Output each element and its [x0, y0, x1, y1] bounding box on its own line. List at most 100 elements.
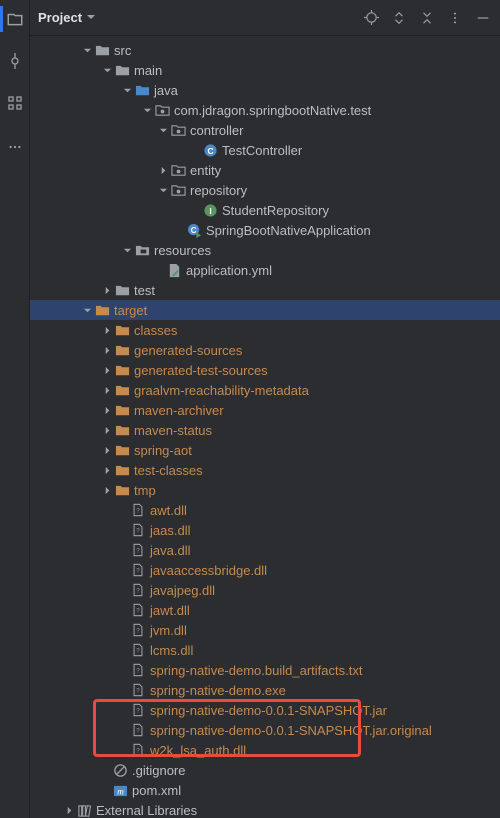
chevron-down-icon[interactable] — [140, 103, 154, 117]
tree-row[interactable]: generated-sources — [30, 340, 500, 360]
tree-item-label: SpringBootNativeApplication — [206, 223, 371, 238]
tree-item-label: java.dll — [150, 543, 190, 558]
tree-row[interactable]: src — [30, 40, 500, 60]
chevron-down-icon[interactable] — [120, 243, 134, 257]
tree-row[interactable]: ?spring-native-demo-0.0.1-SNAPSHOT.jar — [30, 700, 500, 720]
tree-item-label: javaaccessbridge.dll — [150, 563, 267, 578]
tree-row[interactable]: C SpringBootNativeApplication — [30, 220, 500, 240]
file-icon: ? — [130, 522, 146, 538]
package-icon — [170, 182, 186, 198]
svg-text:?: ? — [136, 668, 140, 675]
file-icon: ? — [130, 562, 146, 578]
tree-row[interactable]: ? javajpeg.dll — [30, 580, 500, 600]
expand-all-icon[interactable] — [390, 9, 408, 27]
tree-row[interactable]: .gitignore — [30, 760, 500, 780]
activity-bar — [0, 0, 30, 818]
tree-row[interactable]: main — [30, 60, 500, 80]
tree-row[interactable]: ?jawt.dll — [30, 600, 500, 620]
tree-row[interactable]: repository — [30, 180, 500, 200]
tree-row[interactable]: ?lcms.dll — [30, 640, 500, 660]
tree-row[interactable]: mpom.xml — [30, 780, 500, 800]
tree-row[interactable]: ?spring-native-demo.exe — [30, 680, 500, 700]
tree-item-label: javajpeg.dll — [150, 583, 215, 598]
chevron-right-icon[interactable] — [100, 403, 114, 417]
chevron-right-icon[interactable] — [100, 363, 114, 377]
chevron-down-icon[interactable] — [80, 303, 94, 317]
file-icon: ? — [130, 602, 146, 618]
chevron-down-icon[interactable] — [80, 43, 94, 57]
project-panel: Project srcmainjavacom.jdrag — [30, 0, 500, 818]
svg-text:?: ? — [136, 528, 140, 535]
tree-row[interactable]: java — [30, 80, 500, 100]
chevron-right-icon[interactable] — [100, 283, 114, 297]
tree-row[interactable]: entity — [30, 160, 500, 180]
tree-row[interactable]: tmp — [30, 480, 500, 500]
tree-row[interactable]: External Libraries — [30, 800, 500, 818]
svg-text:?: ? — [136, 508, 140, 515]
panel-title[interactable]: Project — [38, 10, 96, 25]
chevron-right-icon[interactable] — [100, 423, 114, 437]
tree-item-label: main — [134, 63, 162, 78]
file-icon: ? — [130, 542, 146, 558]
tree-row[interactable]: ?w2k_lsa_auth.dll — [30, 740, 500, 760]
chevron-down-icon[interactable] — [156, 183, 170, 197]
tree-row[interactable]: ?spring-native-demo-0.0.1-SNAPSHOT.jar.o… — [30, 720, 500, 740]
tree-row[interactable]: ? javaaccessbridge.dll — [30, 560, 500, 580]
tree-row[interactable]: ?jvm.dll — [30, 620, 500, 640]
chevron-right-icon[interactable] — [100, 443, 114, 457]
tree-row[interactable]: ?awt.dll — [30, 500, 500, 520]
gitignore-icon — [112, 762, 128, 778]
chevron-down-icon[interactable] — [100, 63, 114, 77]
chevron-right-icon[interactable] — [100, 383, 114, 397]
more-tool-icon[interactable] — [4, 136, 26, 158]
tree-row[interactable]: I StudentRepository — [30, 200, 500, 220]
hide-icon[interactable] — [474, 9, 492, 27]
tree-item-label: .gitignore — [132, 763, 185, 778]
project-tree[interactable]: srcmain javacom.jdragon.springbootNative.… — [30, 36, 500, 818]
tree-item-label: lcms.dll — [150, 643, 193, 658]
chevron-right-icon[interactable] — [100, 483, 114, 497]
chevron-down-icon[interactable] — [120, 83, 134, 97]
svg-text:I: I — [209, 205, 211, 215]
svg-text:?: ? — [136, 588, 140, 595]
collapse-all-icon[interactable] — [418, 9, 436, 27]
structure-tool-icon[interactable] — [4, 92, 26, 114]
tree-row[interactable]: ? java.dll — [30, 540, 500, 560]
tree-item-label: StudentRepository — [222, 203, 329, 218]
tree-item-label: tmp — [134, 483, 156, 498]
chevron-right-icon[interactable] — [100, 343, 114, 357]
tree-row[interactable]: spring-aot — [30, 440, 500, 460]
options-icon[interactable] — [446, 9, 464, 27]
chevron-down-icon[interactable] — [156, 123, 170, 137]
tree-row[interactable]: classes — [30, 320, 500, 340]
tree-row[interactable]: test — [30, 280, 500, 300]
tree-row[interactable]: target — [30, 300, 500, 320]
tree-row[interactable]: ?spring-native-demo.build_artifacts.txt — [30, 660, 500, 680]
tree-row[interactable]: graalvm-reachability-metadata — [30, 380, 500, 400]
tree-row[interactable]: maven-archiver — [30, 400, 500, 420]
tree-row[interactable]: test-classes — [30, 460, 500, 480]
chevron-right-icon[interactable] — [156, 163, 170, 177]
folder-icon — [94, 42, 110, 58]
tree-item-label: classes — [134, 323, 177, 338]
tree-row[interactable]: ?jaas.dll — [30, 520, 500, 540]
svg-text:?: ? — [136, 568, 140, 575]
project-tool-icon[interactable] — [4, 8, 26, 30]
tree-row[interactable]: application.yml — [30, 260, 500, 280]
svg-text:?: ? — [136, 728, 140, 735]
interface-icon: I — [202, 202, 218, 218]
tree-row[interactable]: com.jdragon.springbootNative.test — [30, 100, 500, 120]
tree-row[interactable]: CTestController — [30, 140, 500, 160]
locate-icon[interactable] — [362, 9, 380, 27]
chevron-right-icon[interactable] — [100, 463, 114, 477]
chevron-right-icon[interactable] — [62, 803, 76, 817]
tree-item-label: w2k_lsa_auth.dll — [150, 743, 246, 758]
svg-text:C: C — [190, 225, 196, 234]
tree-row[interactable]: maven-status — [30, 420, 500, 440]
tree-item-label: src — [114, 43, 131, 58]
tree-row[interactable]: resources — [30, 240, 500, 260]
chevron-right-icon[interactable] — [100, 323, 114, 337]
commit-tool-icon[interactable] — [4, 50, 26, 72]
tree-row[interactable]: generated-test-sources — [30, 360, 500, 380]
tree-row[interactable]: controller — [30, 120, 500, 140]
